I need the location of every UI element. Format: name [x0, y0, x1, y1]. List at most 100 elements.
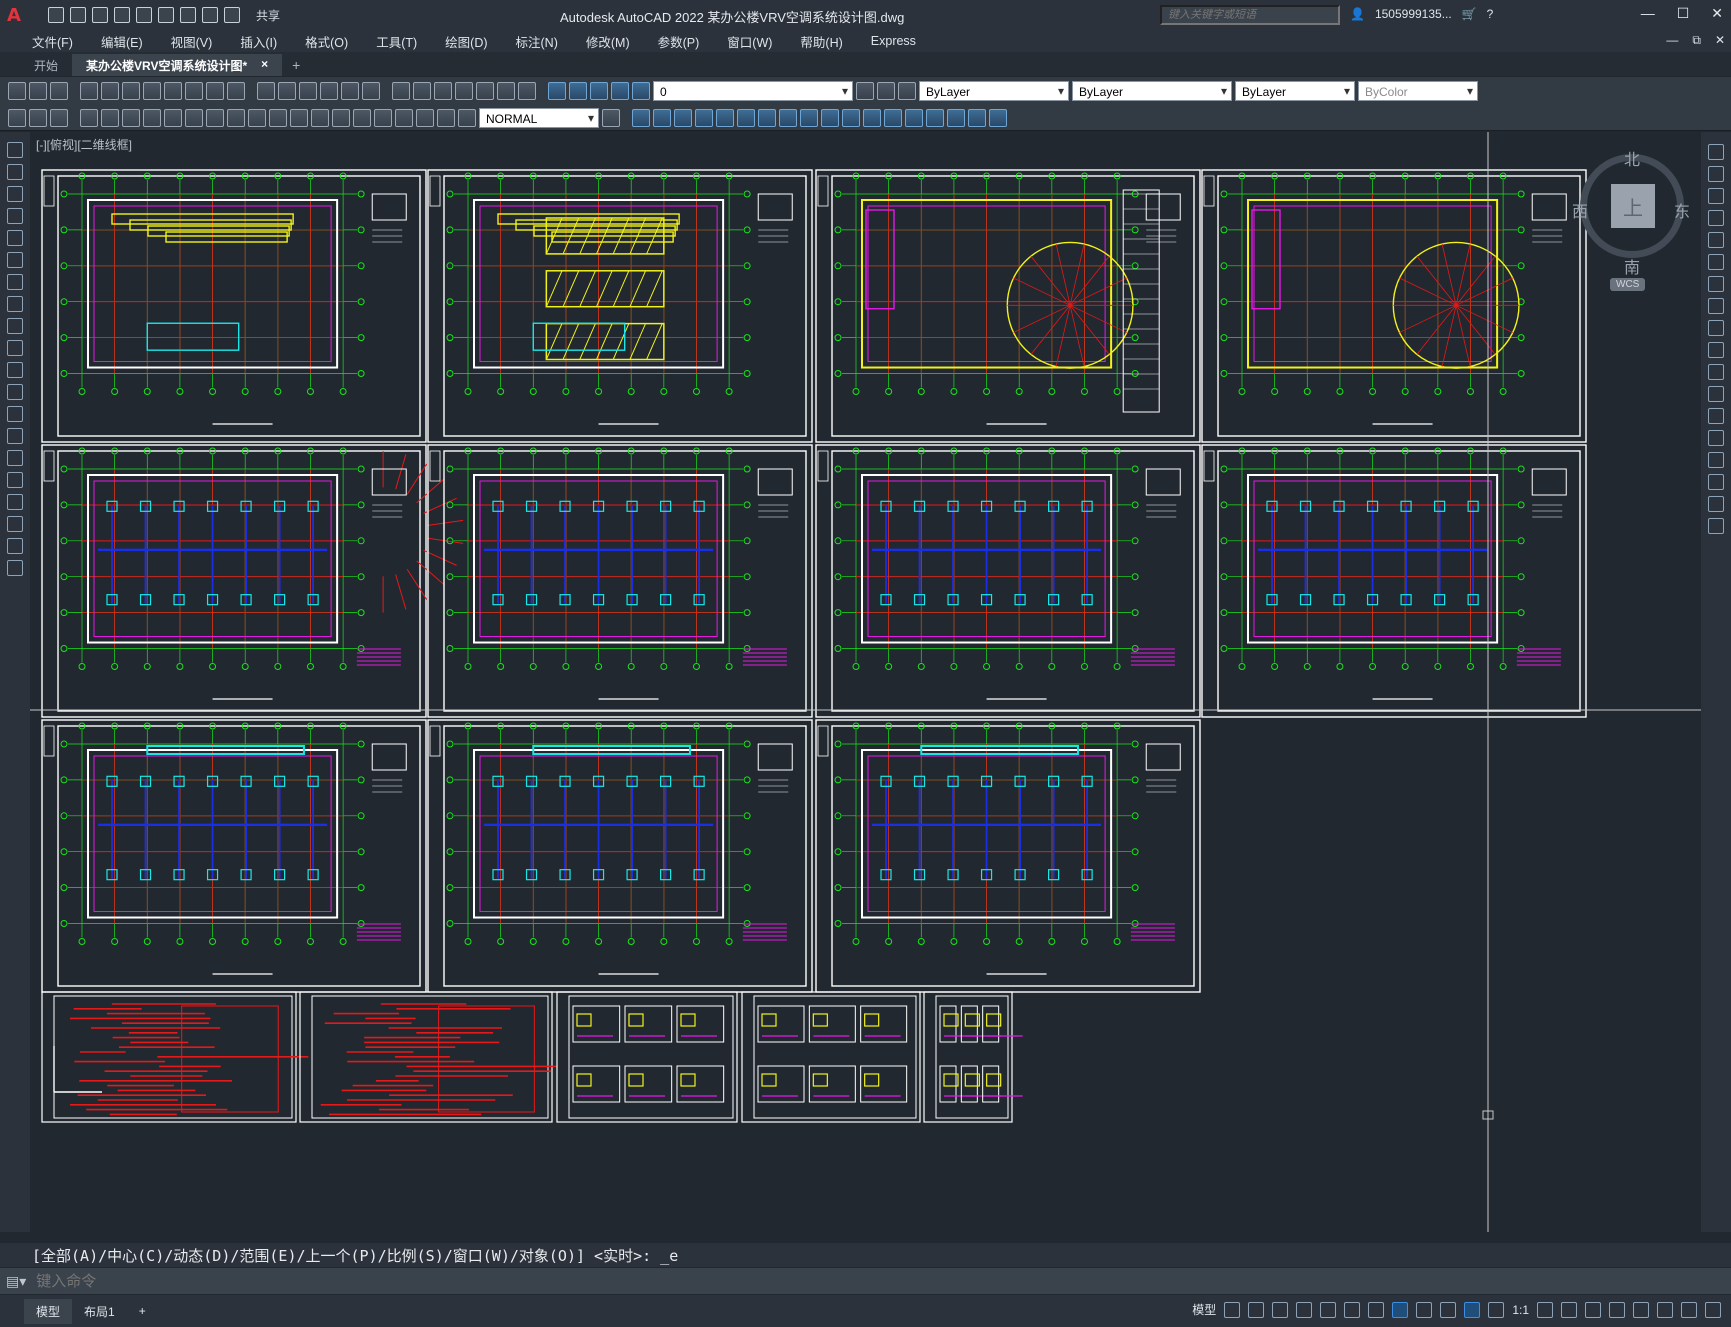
- isolate-objects-icon[interactable]: [1633, 1301, 1649, 1318]
- tool-palettes-icon[interactable]: [434, 82, 452, 100]
- viewcube-top-face[interactable]: 上: [1611, 184, 1655, 228]
- layer-color-icon[interactable]: [632, 82, 650, 100]
- revision-cloud-icon[interactable]: [7, 296, 23, 312]
- command-customize-icon[interactable]: ▤▾: [6, 1273, 26, 1290]
- linetype-dropdown[interactable]: ByLayer: [1072, 81, 1232, 101]
- open-icon[interactable]: [29, 82, 47, 100]
- infer-constraints-icon[interactable]: [1272, 1301, 1289, 1318]
- tab-layout1[interactable]: 布局1: [72, 1299, 127, 1324]
- isodraft-icon[interactable]: [1344, 1301, 1361, 1318]
- hatch-icon[interactable]: [7, 450, 23, 466]
- new-file-icon[interactable]: [48, 7, 64, 23]
- maximize-button[interactable]: ☐: [1677, 5, 1690, 22]
- compass-east[interactable]: 东: [1674, 198, 1690, 222]
- radius-icon[interactable]: [164, 108, 182, 127]
- menu-help[interactable]: 帮助(H): [786, 32, 856, 51]
- explode-icon[interactable]: [1708, 518, 1724, 534]
- paste-icon[interactable]: [185, 82, 203, 100]
- menu-parametric[interactable]: 参数(P): [644, 32, 714, 51]
- share-button[interactable]: 共享: [256, 7, 280, 24]
- make-current-layer-icon[interactable]: [856, 82, 874, 100]
- dimension-text-edit-icon[interactable]: [437, 108, 455, 127]
- trim-icon[interactable]: [1708, 342, 1724, 358]
- array-icon[interactable]: [1708, 232, 1724, 248]
- dimension-update-icon[interactable]: [458, 108, 476, 127]
- hardware-acceleration-icon[interactable]: [1657, 1301, 1673, 1318]
- color-dropdown[interactable]: ByLayer: [919, 81, 1069, 101]
- move-icon[interactable]: [716, 108, 734, 127]
- blend-curves-icon[interactable]: [1708, 496, 1724, 512]
- extend-icon[interactable]: [1708, 364, 1724, 380]
- transparency-icon[interactable]: [1440, 1301, 1457, 1318]
- dimension-space-icon[interactable]: [311, 108, 329, 127]
- ortho-icon[interactable]: [1296, 1301, 1313, 1318]
- fillet-icon[interactable]: [905, 108, 923, 127]
- ordinate-icon[interactable]: [143, 108, 161, 127]
- tab-start[interactable]: 开始: [20, 54, 72, 76]
- grid-icon[interactable]: [1224, 1301, 1241, 1318]
- customization-icon[interactable]: [1705, 1301, 1721, 1318]
- layer-dropdown[interactable]: 0: [653, 81, 853, 101]
- close-button[interactable]: ✕: [1711, 5, 1723, 22]
- layer-on-icon[interactable]: [569, 82, 587, 100]
- offset-icon[interactable]: [1708, 210, 1724, 226]
- command-input[interactable]: [36, 1272, 1537, 1290]
- aligned-dimension-icon[interactable]: [101, 108, 119, 127]
- circle-icon[interactable]: [7, 274, 23, 290]
- menu-express[interactable]: Express: [857, 34, 930, 48]
- viewcube[interactable]: 上 北 南 东 西 WCS: [1570, 146, 1690, 296]
- break-at-point-icon[interactable]: [1708, 386, 1724, 402]
- trim-icon[interactable]: [800, 108, 818, 127]
- explode-icon[interactable]: [926, 108, 944, 127]
- offset-icon[interactable]: [674, 108, 692, 127]
- tolerance-icon[interactable]: [332, 108, 350, 127]
- join-icon[interactable]: [863, 108, 881, 127]
- group-icon[interactable]: [989, 108, 1007, 127]
- menu-modify[interactable]: 修改(M): [572, 32, 644, 51]
- diameter-icon[interactable]: [206, 108, 224, 127]
- cart-icon[interactable]: 🛒: [1462, 7, 1477, 21]
- lineweight-icon[interactable]: [1416, 1301, 1433, 1318]
- undo-icon[interactable]: [202, 7, 218, 23]
- add-layout-button[interactable]: +: [127, 1300, 158, 1322]
- redo-icon[interactable]: [278, 82, 296, 100]
- mirror-icon[interactable]: [653, 108, 671, 127]
- spline-icon[interactable]: [7, 318, 23, 334]
- plotstyle-dropdown[interactable]: ByColor: [1358, 81, 1478, 101]
- markup-icon[interactable]: [476, 82, 494, 100]
- scale-icon[interactable]: [1708, 298, 1724, 314]
- design-center-icon[interactable]: [413, 82, 431, 100]
- zoom-previous-icon[interactable]: [362, 82, 380, 100]
- plot-icon[interactable]: [180, 7, 196, 23]
- sheet-set-icon[interactable]: [455, 82, 473, 100]
- print-preview-icon[interactable]: [101, 82, 119, 100]
- layer-freeze-icon[interactable]: [590, 82, 608, 100]
- zoom-window-icon[interactable]: [341, 82, 359, 100]
- compass-south[interactable]: 南: [1624, 254, 1640, 278]
- publish-icon[interactable]: [122, 82, 140, 100]
- menu-tools[interactable]: 工具(T): [362, 32, 431, 51]
- chamfer-icon[interactable]: [884, 108, 902, 127]
- object-snap-tracking-icon[interactable]: [1368, 1301, 1385, 1318]
- annotation-scale[interactable]: 1:1: [1512, 1303, 1529, 1317]
- new-tab-button[interactable]: +: [282, 54, 310, 76]
- layer-walk-icon[interactable]: [8, 108, 26, 127]
- lineweight-dropdown[interactable]: ByLayer: [1235, 81, 1355, 101]
- dimension-edit-icon[interactable]: [416, 108, 434, 127]
- text-style-dropdown[interactable]: NORMAL: [479, 107, 599, 128]
- tab-model[interactable]: 模型: [24, 1298, 73, 1324]
- menu-format[interactable]: 格式(O): [291, 32, 362, 51]
- layer-match-icon[interactable]: [50, 108, 68, 127]
- center-mark-icon[interactable]: [353, 108, 371, 127]
- rectangle-icon[interactable]: [7, 230, 23, 246]
- save-icon[interactable]: [50, 82, 68, 100]
- web-save-icon[interactable]: [158, 7, 174, 23]
- auto-scale-icon[interactable]: [1488, 1301, 1505, 1318]
- help-search-input[interactable]: [1160, 5, 1340, 25]
- scale-icon[interactable]: [758, 108, 776, 127]
- cut-icon[interactable]: [143, 82, 161, 100]
- polyline-icon[interactable]: [7, 186, 23, 202]
- new-icon[interactable]: [8, 82, 26, 100]
- array-icon[interactable]: [695, 108, 713, 127]
- wcs-menu[interactable]: WCS: [1610, 278, 1646, 291]
